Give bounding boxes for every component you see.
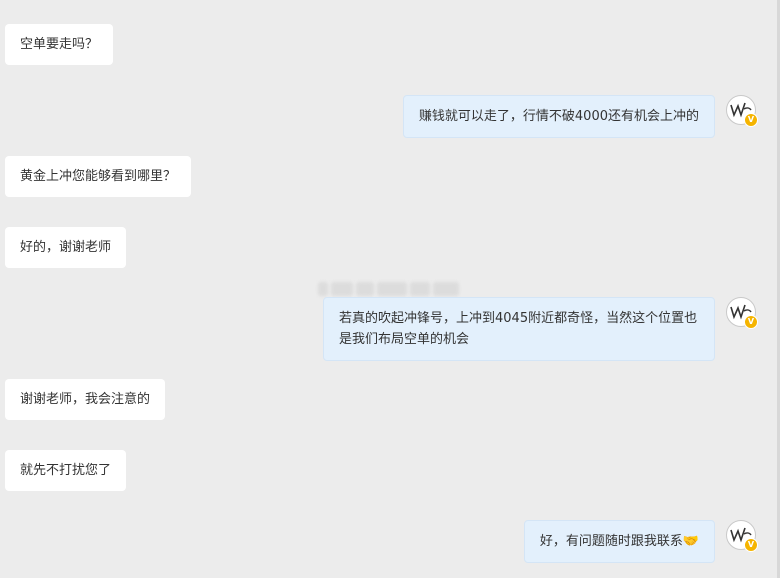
message-outgoing: 好，有问题随时跟我联系🤝 (523, 520, 715, 563)
advisor-avatar[interactable]: V (726, 297, 758, 329)
message-incoming: 就先不打扰您了 (5, 450, 127, 491)
chat-conversation: 空单要走吗？ 赚钱就可以走了，行情不破4000还有机会上冲的 V 黄金上冲您能够… (0, 0, 780, 578)
advisor-avatar[interactable]: V (726, 95, 758, 127)
message-outgoing: 若真的吹起冲锋号，上冲到4045附近都奇怪，当然这个位置也是我们布局空单的机会 (323, 297, 715, 361)
verified-badge-icon: V (744, 538, 758, 552)
message-outgoing: 赚钱就可以走了，行情不破4000还有机会上冲的 (402, 95, 715, 138)
message-incoming: 谢谢老师，我会注意的 (5, 379, 166, 420)
message-incoming: 空单要走吗？ (5, 24, 114, 65)
verified-badge-icon: V (744, 113, 758, 127)
message-incoming: 好的，谢谢老师 (5, 227, 127, 268)
message-incoming: 黄金上冲您能够看到哪里？ (5, 156, 192, 197)
redacted-strip (318, 280, 460, 298)
verified-badge-icon: V (744, 315, 758, 329)
advisor-avatar[interactable]: V (726, 520, 758, 552)
